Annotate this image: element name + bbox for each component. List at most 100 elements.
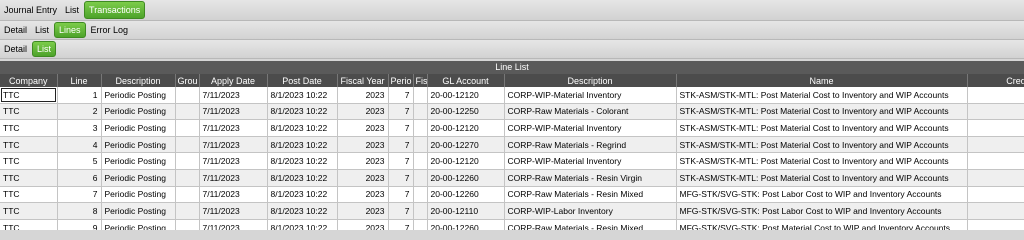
table-cell[interactable]: 2023 [337,219,389,230]
table-cell[interactable]: TTC [0,219,58,230]
column-header[interactable]: Fis [413,74,428,87]
table-row[interactable]: TTC 6 Periodic Posting 7/11/2023 8/1/2023 10… [0,169,1024,187]
column-header[interactable]: Description [504,74,677,87]
table-cell[interactable]: 1 [57,87,102,104]
tab-transactions[interactable]: Transactions [84,1,146,19]
column-header[interactable]: Description [101,74,176,87]
table-row[interactable]: TTC 8 Periodic Posting 7/11/2023 8/1/2023 10… [0,202,1024,220]
table-cell[interactable]: 0.0 [967,186,1024,204]
table-cell[interactable]: Periodic Posting [101,169,176,187]
table-row[interactable]: TTC 1 Periodic Posting 7/11/2023 8/1/2023 10… [0,87,1024,104]
table-cell[interactable]: 5 [57,152,102,170]
table-cell[interactable]: CORP-Raw Materials - Resin Virgin [504,169,677,187]
table-row[interactable]: TTC 4 Periodic Posting 7/11/2023 8/1/2023 10… [0,136,1024,154]
table-cell[interactable] [413,186,428,204]
table-cell[interactable]: TTC [0,152,58,170]
table-cell[interactable]: Periodic Posting [101,136,176,154]
table-cell[interactable]: 8/1/2023 10:22 [267,87,338,104]
table-cell[interactable]: TTC [0,186,58,204]
table-cell[interactable]: 8/1/2023 10:22 [267,136,338,154]
tab-detail[interactable]: Detail [0,40,31,58]
table-cell[interactable]: 2.1 [967,136,1024,154]
table-row[interactable]: TTC 9 Periodic Posting 7/11/2023 8/1/2023 10… [0,219,1024,230]
table-cell[interactable]: 2023 [337,202,389,220]
column-header[interactable]: Perio [388,74,414,87]
table-cell[interactable]: 2023 [337,119,389,137]
table-cell[interactable]: 0.0 [967,152,1024,170]
table-cell[interactable]: STK-ASM/STK-MTL: Post Material Cost to I… [676,87,968,104]
table-cell[interactable]: 6 [57,169,102,187]
column-header[interactable]: Name [676,74,968,87]
column-header[interactable]: Grou [175,74,200,87]
table-cell[interactable] [413,202,428,220]
table-cell[interactable]: 7/11/2023 [199,169,268,187]
table-cell[interactable]: 7 [388,219,414,230]
table-cell[interactable]: TTC [0,103,58,121]
column-header[interactable]: Credit Amoun [967,74,1024,87]
table-cell[interactable] [175,169,200,187]
table-cell[interactable]: 8/1/2023 10:22 [267,119,338,137]
table-cell[interactable]: CORP-WIP-Labor Inventory [504,202,677,220]
table-cell[interactable]: 7 [388,87,414,104]
table-cell[interactable]: 7/11/2023 [199,119,268,137]
table-cell[interactable]: 7/11/2023 [199,219,268,230]
table-cell[interactable]: 7 [388,202,414,220]
table-row[interactable]: TTC 5 Periodic Posting 7/11/2023 8/1/2023 10… [0,152,1024,170]
table-cell[interactable]: STK-ASM/STK-MTL: Post Material Cost to I… [676,136,968,154]
tab-list[interactable]: List [61,0,83,20]
table-cell[interactable]: 20-00-12110 [427,202,505,220]
table-cell[interactable]: 7/11/2023 [199,186,268,204]
table-cell[interactable]: TTC [0,136,58,154]
table-cell[interactable]: 17.7 [967,103,1024,121]
table-cell[interactable]: TTC [0,169,58,187]
table-cell[interactable]: 2023 [337,87,389,104]
table-cell[interactable]: 20-00-12260 [427,186,505,204]
table-cell[interactable]: 0.0 [967,119,1024,137]
table-cell[interactable]: TTC [0,202,58,220]
table-cell[interactable]: 7/11/2023 [199,103,268,121]
table-cell[interactable] [413,169,428,187]
table-cell[interactable] [413,219,428,230]
table-cell[interactable]: 7 [57,186,102,204]
table-cell[interactable]: 20-00-12120 [427,119,505,137]
column-header[interactable]: Post Date [267,74,338,87]
table-cell[interactable]: CORP-Raw Materials - Regrind [504,136,677,154]
table-cell[interactable]: 2 [57,103,102,121]
table-cell[interactable] [413,87,428,104]
table-cell[interactable]: CORP-WIP-Material Inventory [504,152,677,170]
table-cell[interactable]: 8/1/2023 10:22 [267,169,338,187]
column-header[interactable]: Line [57,74,102,87]
table-cell[interactable] [175,219,200,230]
table-cell[interactable]: Periodic Posting [101,103,176,121]
table-cell[interactable] [413,136,428,154]
table-cell[interactable]: STK-ASM/STK-MTL: Post Material Cost to I… [676,169,968,187]
table-cell[interactable]: CORP-WIP-Material Inventory [504,87,677,104]
table-cell[interactable] [175,103,200,121]
table-cell[interactable]: 7 [388,103,414,121]
table-cell[interactable]: STK-ASM/STK-MTL: Post Material Cost to I… [676,103,968,121]
table-cell[interactable]: 1,004.8 [967,169,1024,187]
table-cell[interactable]: TTC [0,119,58,137]
table-cell[interactable] [413,103,428,121]
table-cell[interactable]: 8/1/2023 10:22 [267,219,338,230]
table-cell[interactable]: 20-00-12260 [427,219,505,230]
table-cell[interactable]: 8 [57,202,102,220]
table-row[interactable]: TTC 2 Periodic Posting 7/11/2023 8/1/2023 10… [0,103,1024,121]
table-cell[interactable]: CORP-Raw Materials - Colorant [504,103,677,121]
table-cell[interactable]: 0.0 [967,219,1024,230]
table-cell[interactable]: 2023 [337,103,389,121]
tab-journal-entry[interactable]: Journal Entry [0,0,61,20]
table-cell[interactable]: 7 [388,119,414,137]
line-list-grid[interactable]: Company Line Description Grou Apply Date Post… [0,74,1024,230]
table-cell[interactable]: 20-00-12260 [427,169,505,187]
column-header[interactable]: Company [0,74,58,87]
table-cell[interactable]: 20-00-12120 [427,152,505,170]
tab-detail[interactable]: Detail [0,21,31,39]
table-cell[interactable]: 7/11/2023 [199,202,268,220]
table-cell[interactable]: MFG-STK/SVG-STK: Post Labor Cost to WIP … [676,186,968,204]
table-cell[interactable]: Periodic Posting [101,87,176,104]
table-cell[interactable]: Periodic Posting [101,152,176,170]
table-cell[interactable] [175,186,200,204]
table-cell[interactable]: 8/1/2023 10:22 [267,103,338,121]
table-cell[interactable]: 2023 [337,152,389,170]
